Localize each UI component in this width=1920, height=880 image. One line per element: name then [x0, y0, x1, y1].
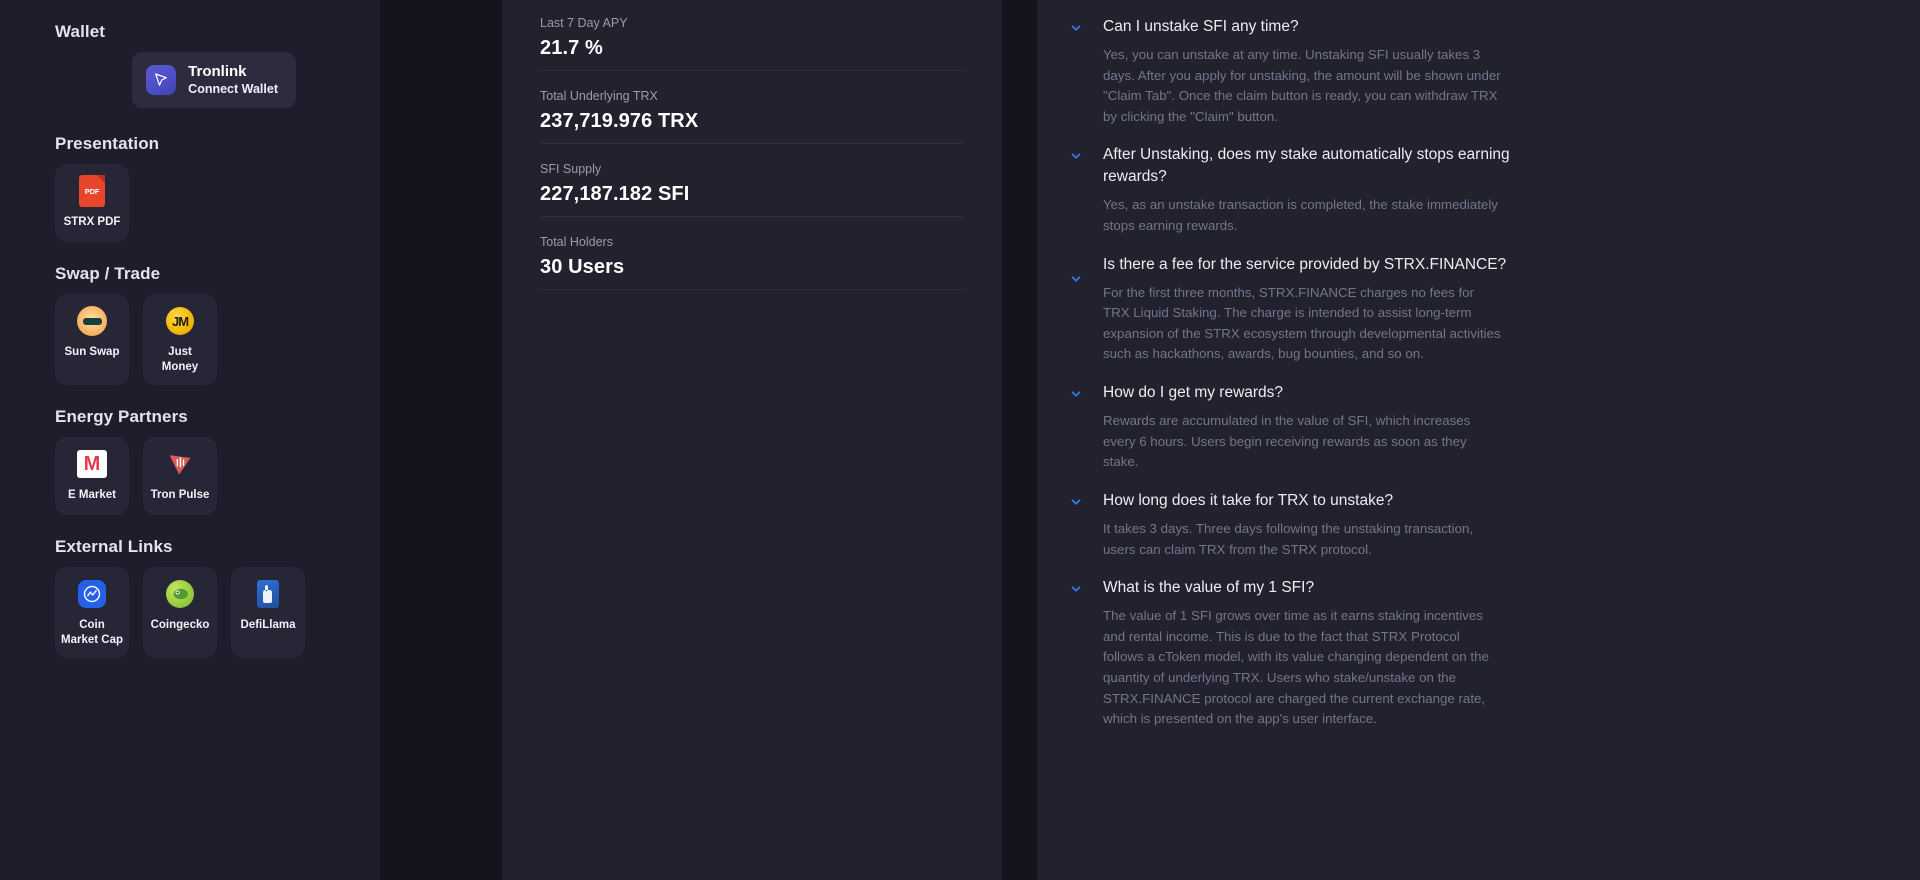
faq-question: What is the value of my 1 SFI?: [1103, 579, 1315, 597]
sidebar-section-external-links: External Links Coin Market Cap Coingecko…: [55, 537, 330, 658]
stat-label-apy: Last 7 Day APY: [540, 16, 628, 30]
tile-label-e-market: E Market: [68, 489, 116, 502]
faq-answer: Rewards are accumulated in the value of …: [1103, 413, 1471, 470]
stat-value-apy: 21.7 %: [540, 37, 603, 59]
app-root: Wallet Tronlink Connect Wallet Presentat…: [0, 0, 1920, 880]
tile-label-just-money: Just Money: [161, 346, 199, 373]
faq-item[interactable]: How long does it take for TRX to unstake…: [1071, 490, 1870, 560]
tile-tron-pulse[interactable]: Tron Pulse: [143, 437, 217, 516]
tile-e-market[interactable]: M E Market: [55, 437, 129, 516]
sunswap-icon: [77, 306, 107, 337]
stat-row-total-underlying-trx: Total Underlying TRX 237,719.976 TRX: [540, 71, 964, 144]
sidebar-section-energy-partners: Energy Partners M E Market Tron Pulse: [55, 407, 330, 516]
emarket-icon: M: [77, 449, 107, 479]
tile-just-money[interactable]: JM Just Money: [143, 294, 217, 386]
faq-answer: The value of 1 SFI grows over time as it…: [1103, 608, 1489, 727]
section-title-wallet: Wallet: [55, 22, 106, 41]
tile-label-coingecko: Coingecko: [150, 619, 210, 632]
coingecko-icon: [165, 579, 195, 609]
faq-item[interactable]: How do I get my rewards? Rewards are acc…: [1071, 382, 1870, 473]
chevron-down-icon[interactable]: [1069, 149, 1083, 163]
stat-value-total-underlying-trx: 237,719.976 TRX: [540, 110, 699, 132]
faq-answer: Yes, you can unstake at any time. Unstak…: [1103, 47, 1501, 124]
panel-gap-right: [1002, 0, 1037, 880]
faq-answer: Yes, as an unstake transaction is comple…: [1103, 197, 1498, 234]
justmoney-icon-badge: JM: [166, 307, 194, 336]
coinmarketcap-icon: [77, 579, 107, 609]
faq-question: Can I unstake SFI any time?: [1103, 18, 1299, 35]
stat-label-total-underlying-trx: Total Underlying TRX: [540, 89, 658, 103]
wallet-texts: Tronlink Connect Wallet: [188, 63, 278, 97]
tronlink-cursor-icon: [146, 65, 177, 96]
section-title-energy-partners: Energy Partners: [55, 407, 188, 427]
stat-row-sfi-supply: SFI Supply 227,187.182 SFI: [540, 144, 964, 217]
faq-item[interactable]: After Unstaking, does my stake automatic…: [1071, 144, 1870, 236]
tile-defillama[interactable]: DefiLlama: [231, 567, 305, 658]
faq-question: Is there a fee for the service provided …: [1103, 255, 1507, 273]
section-title-external-links: External Links: [55, 537, 173, 557]
chevron-down-icon[interactable]: [1069, 582, 1083, 596]
energy-partners-tiles: M E Market Tron Pulse: [55, 437, 330, 516]
chevron-down-icon[interactable]: [1069, 272, 1083, 286]
faq-item[interactable]: Can I unstake SFI any time? Yes, you can…: [1071, 16, 1870, 127]
justmoney-icon: JM: [165, 306, 195, 336]
stats-panel: Last 7 Day APY 21.7 % Total Underlying T…: [502, 0, 1002, 880]
tile-sun-swap[interactable]: Sun Swap: [55, 294, 129, 386]
faq-answer: For the first three months, STRX.FINANCE…: [1103, 284, 1501, 362]
sidebar-section-swap-trade: Swap / Trade Sun Swap JM Just Money: [55, 264, 330, 386]
tile-strx-pdf[interactable]: PDF STRX PDF: [55, 164, 129, 243]
presentation-tiles: PDF STRX PDF: [55, 164, 330, 243]
faq-panel: Can I unstake SFI any time? Yes, you can…: [1037, 0, 1920, 880]
left-sidebar: Wallet Tronlink Connect Wallet Presentat…: [0, 0, 380, 880]
faq-item[interactable]: Is there a fee for the service provided …: [1071, 254, 1870, 365]
stat-label-sfi-supply: SFI Supply: [540, 162, 602, 176]
external-links-tiles: Coin Market Cap Coingecko DefiLlama: [55, 567, 330, 658]
faq-question: How long does it take for TRX to unstake…: [1103, 491, 1394, 509]
sidebar-section-presentation: Presentation PDF STRX PDF: [55, 134, 330, 243]
faq-question: How do I get my rewards?: [1103, 384, 1284, 402]
chevron-down-icon[interactable]: [1069, 21, 1083, 35]
tile-label-coin-market-cap: Coin Market Cap: [61, 619, 123, 646]
sidebar-section-wallet: Wallet Tronlink Connect Wallet: [55, 22, 330, 109]
pdf-icon-badge: PDF: [84, 186, 100, 196]
section-title-presentation: Presentation: [55, 134, 160, 154]
tronpulse-icon: [165, 449, 195, 479]
faq-answer: It takes 3 days. Three days following th…: [1103, 520, 1474, 557]
chevron-down-icon[interactable]: [1069, 495, 1083, 509]
tile-label-strx-pdf: STRX PDF: [63, 216, 121, 229]
tile-label-defillama: DefiLlama: [240, 619, 296, 632]
pdf-icon: PDF: [77, 175, 107, 208]
tile-coingecko[interactable]: Coingecko: [143, 567, 217, 658]
swap-trade-tiles: Sun Swap JM Just Money: [55, 294, 330, 386]
connect-wallet-button[interactable]: Tronlink Connect Wallet: [132, 52, 296, 109]
stat-label-total-holders: Total Holders: [540, 235, 613, 249]
tile-label-tron-pulse: Tron Pulse: [150, 489, 210, 502]
wallet-row: Tronlink Connect Wallet: [55, 52, 330, 109]
chevron-down-icon[interactable]: [1069, 387, 1083, 401]
faq-question: After Unstaking, does my stake automatic…: [1103, 146, 1510, 186]
wallet-connect-label: Connect Wallet: [188, 81, 278, 96]
stat-row-total-holders: Total Holders 30 Users: [540, 217, 964, 290]
stat-row-apy: Last 7 Day APY 21.7 %: [540, 0, 964, 71]
stat-value-total-holders: 30 Users: [540, 256, 625, 278]
defillama-icon: [253, 579, 283, 609]
section-title-swap-trade: Swap / Trade: [55, 264, 161, 284]
tile-label-sun-swap: Sun Swap: [64, 346, 120, 359]
faq-item[interactable]: What is the value of my 1 SFI? The value…: [1071, 577, 1870, 730]
stat-value-sfi-supply: 227,187.182 SFI: [540, 183, 690, 205]
panel-gap-left: [380, 0, 502, 880]
wallet-name: Tronlink: [188, 63, 247, 80]
tile-coin-market-cap[interactable]: Coin Market Cap: [55, 567, 129, 658]
emarket-icon-badge: M: [77, 450, 107, 479]
